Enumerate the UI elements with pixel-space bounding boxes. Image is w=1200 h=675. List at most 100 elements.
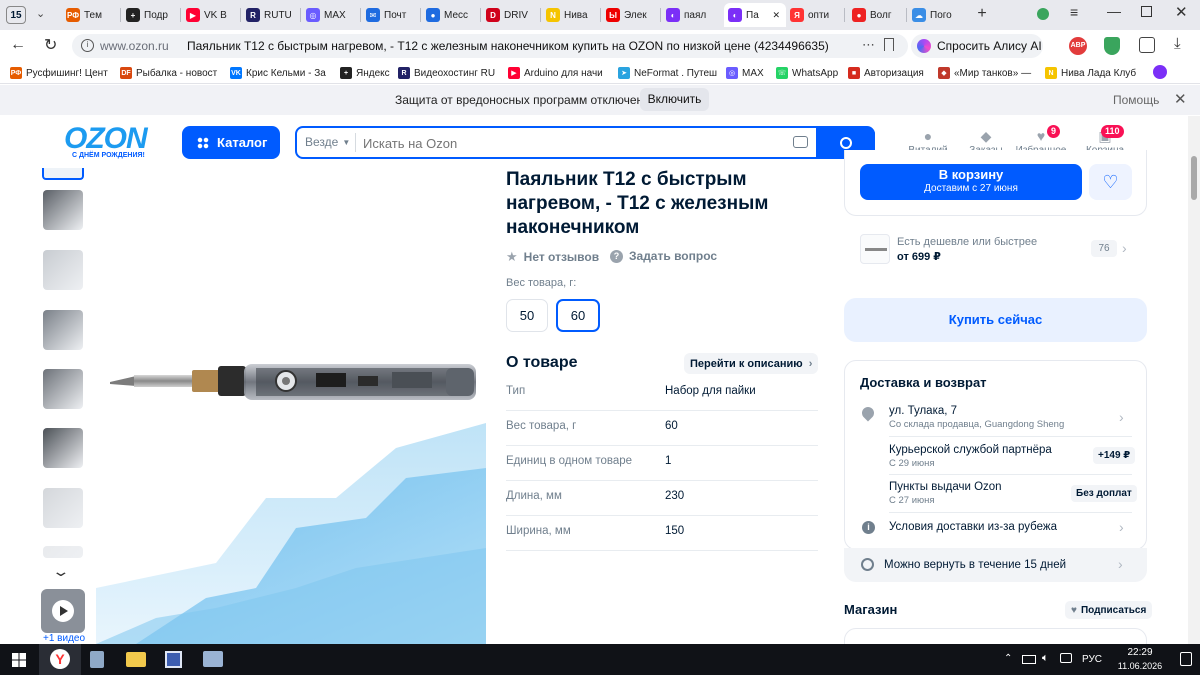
browser-tab[interactable]: ◐ Па ✕: [724, 3, 786, 27]
browser-tab[interactable]: N Нива: [542, 3, 598, 27]
bookmark-item[interactable]: ☏ WhatsApp: [776, 65, 842, 81]
ozon-logo[interactable]: OZON: [64, 122, 148, 156]
video-thumbnail[interactable]: [41, 589, 85, 633]
extensions-icon[interactable]: [1139, 37, 1155, 53]
favorite-heart-icon[interactable]: ♡: [1089, 164, 1132, 200]
scrollbar-thumb[interactable]: [1191, 156, 1197, 200]
browser-tab[interactable]: ● Месс: [422, 3, 478, 27]
bookmark-overflow-icon[interactable]: [1153, 65, 1167, 79]
buy-now-button[interactable]: Купить сейчас: [844, 298, 1147, 342]
volume-icon[interactable]: 🔈︎: [1042, 652, 1049, 665]
bookmark-item[interactable]: ▶ Arduino для начи: [508, 65, 614, 81]
page-scrollbar[interactable]: [1188, 116, 1200, 644]
taskbar-app-icon[interactable]: [203, 651, 223, 667]
bookmark-item[interactable]: ■ Авторизация: [848, 65, 934, 81]
alice-button[interactable]: Спросить Алису AI: [911, 34, 1043, 58]
protect-shield-icon[interactable]: [1037, 8, 1049, 20]
notification-icon[interactable]: [1180, 652, 1192, 666]
url-box[interactable]: i www.ozon.ru Паяльник Т12 с быстрым наг…: [72, 34, 908, 58]
catalog-button[interactable]: Каталог: [182, 126, 280, 159]
add-to-cart-button[interactable]: В корзину Доставим с 27 июня: [860, 164, 1082, 200]
gallery-thumbnail[interactable]: [43, 546, 83, 558]
bookmark-icon[interactable]: [884, 38, 894, 51]
subscribe-button[interactable]: ♥ Подписаться: [1065, 601, 1153, 619]
ask-question-link[interactable]: ? Задать вопрос: [610, 249, 717, 263]
download-icon[interactable]: ⤓: [1174, 35, 1181, 52]
maximize-window-button[interactable]: [1141, 6, 1152, 17]
gallery-thumbnail[interactable]: [43, 310, 83, 350]
bookmark-item[interactable]: + Яндекс: [340, 65, 394, 81]
browser-tab[interactable]: D DRIV: [482, 3, 538, 27]
taskbar-notepad-icon[interactable]: [90, 651, 104, 668]
bookmark-item[interactable]: ➤ NeFormat . Путеш: [618, 65, 722, 81]
browser-tab[interactable]: РФ Тем: [62, 3, 118, 27]
browser-tab[interactable]: R RUTU: [242, 3, 298, 27]
about-description-link[interactable]: Перейти к описанию ›: [684, 353, 819, 374]
bookmark-item[interactable]: РФ Русфишинг! Цент: [10, 65, 116, 81]
gallery-thumbnail[interactable]: [43, 488, 83, 528]
more-icon[interactable]: ⋯: [862, 37, 875, 53]
tabs-menu-icon[interactable]: ≡: [1070, 4, 1078, 20]
tray-expand-icon[interactable]: ⌃: [1004, 653, 1012, 664]
reviews-link[interactable]: ★ Нет отзывов: [506, 249, 599, 265]
taskbar-save-icon[interactable]: [165, 651, 182, 668]
gallery-thumbnail[interactable]: [43, 369, 83, 409]
gallery-thumbnail[interactable]: [43, 190, 83, 230]
variant-option-60[interactable]: 60: [556, 299, 600, 332]
adblock-icon[interactable]: ABP: [1069, 37, 1087, 55]
chevron-right-icon[interactable]: ›: [1119, 409, 1124, 425]
taskbar-file-explorer-icon[interactable]: [126, 652, 146, 667]
new-tab-button[interactable]: +: [973, 5, 991, 23]
gallery-down-chevron-icon[interactable]: ⌄: [51, 563, 70, 580]
site-info-icon[interactable]: i: [81, 39, 94, 52]
return-policy-row[interactable]: Можно вернуть в течение 15 дней ›: [844, 548, 1147, 582]
reload-icon[interactable]: ↻: [44, 35, 57, 55]
clock-date[interactable]: 11.06.2026: [1110, 661, 1170, 671]
infobar-help-link[interactable]: Помощь: [1113, 93, 1159, 107]
browser-tab[interactable]: + Подр: [122, 3, 178, 27]
tab-counter[interactable]: 15: [6, 6, 26, 24]
chevron-right-icon[interactable]: ›: [1119, 519, 1124, 535]
search-input[interactable]: [363, 132, 773, 154]
browser-tab[interactable]: ◐ паял: [662, 3, 718, 27]
cheaper-offer-label[interactable]: Есть дешевле или быстрее: [897, 236, 1037, 248]
browser-tab[interactable]: Ы Элек: [602, 3, 658, 27]
bookmark-item[interactable]: ◎ MAX: [726, 65, 772, 81]
search-scope-select[interactable]: Везде ▼: [305, 135, 350, 149]
shield-extension-icon[interactable]: [1104, 37, 1120, 55]
bookmark-item[interactable]: ◆ «Мир танков» —: [938, 65, 1040, 81]
camera-search-icon[interactable]: [793, 136, 808, 148]
browser-tab[interactable]: ● Волг: [848, 3, 904, 27]
delivery-address[interactable]: ул. Тулака, 7: [889, 405, 957, 417]
infobar-enable-button[interactable]: Включить: [640, 88, 709, 111]
tab-list-chevron-icon[interactable]: ⌄: [36, 7, 45, 20]
language-indicator[interactable]: РУС: [1082, 654, 1102, 665]
back-arrow-icon[interactable]: ←: [10, 36, 26, 54]
browser-tab[interactable]: ✉ Почт: [362, 3, 418, 27]
video-count-label[interactable]: +1 видео: [43, 633, 85, 644]
thumbnail-active[interactable]: [42, 168, 84, 180]
product-main-image[interactable]: [96, 168, 486, 644]
keyboard-icon[interactable]: [1022, 655, 1036, 664]
bookmark-item[interactable]: DF Рыбалка - новост: [120, 65, 226, 81]
windows-start-icon[interactable]: [12, 653, 26, 667]
tab-close-icon[interactable]: ✕: [772, 10, 780, 21]
variant-option-50[interactable]: 50: [506, 299, 548, 332]
bookmark-item[interactable]: VK Крис Кельми - За: [230, 65, 336, 81]
browser-tab[interactable]: Яопти: [786, 3, 842, 27]
browser-tab[interactable]: ▶ VK В: [182, 3, 238, 27]
clock-time[interactable]: 22:29: [1118, 647, 1162, 658]
taskbar-yandex-browser[interactable]: Y: [39, 644, 81, 675]
browser-tab[interactable]: ◎ MAX: [302, 3, 358, 27]
minimize-window-button[interactable]: —: [1107, 3, 1121, 19]
browser-tab[interactable]: ☁ Пого: [908, 3, 964, 27]
gallery-thumbnail[interactable]: [43, 428, 83, 468]
abroad-conditions-link[interactable]: Условия доставки из-за рубежа: [889, 521, 1057, 533]
chevron-right-icon[interactable]: ›: [1122, 240, 1127, 256]
infobar-close-icon[interactable]: ✕: [1174, 90, 1187, 108]
close-window-button[interactable]: ✕: [1175, 3, 1188, 21]
bookmark-item[interactable]: N Нива Лада Клуб: [1045, 65, 1145, 81]
network-icon[interactable]: [1060, 653, 1072, 663]
gallery-thumbnail[interactable]: [43, 250, 83, 290]
bookmark-item[interactable]: R Видеохостинг RU: [398, 65, 504, 81]
